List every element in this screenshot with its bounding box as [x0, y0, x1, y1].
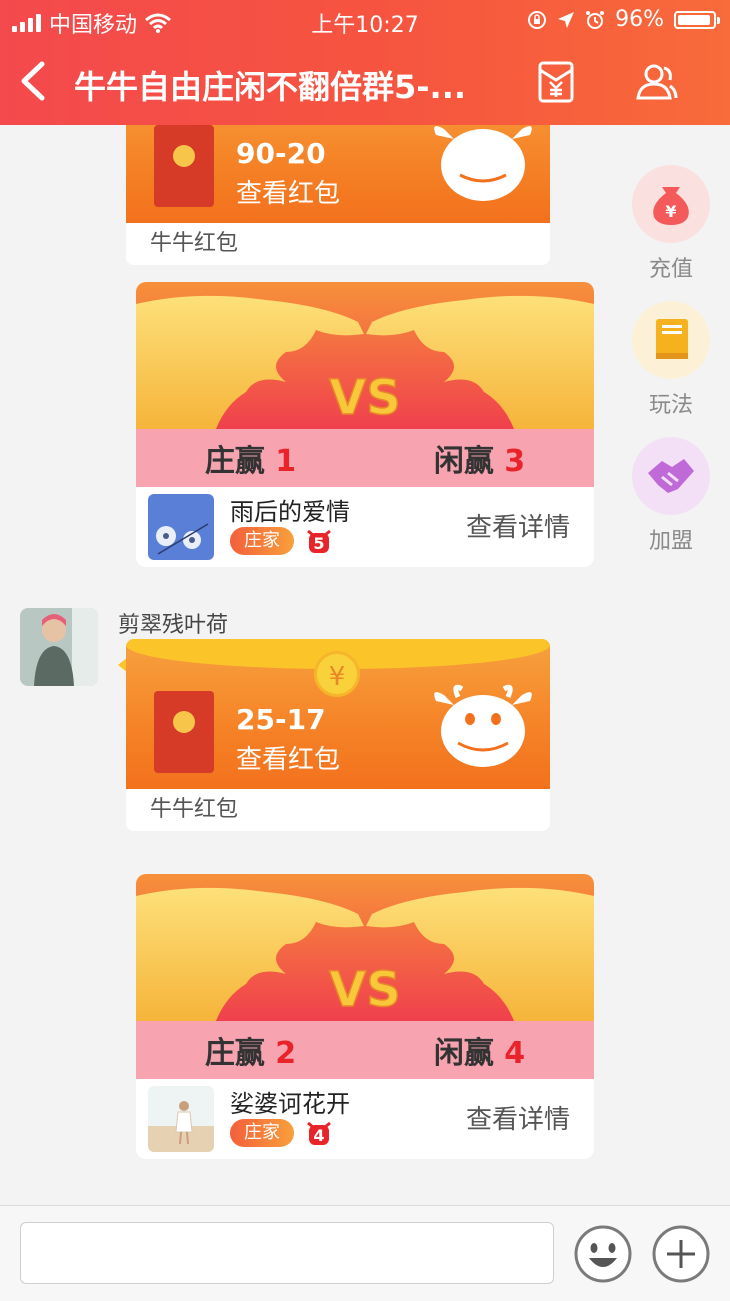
- vs-text: VS: [329, 370, 401, 426]
- player-score: 闲赢 3: [433, 444, 526, 479]
- input-bar: [0, 1205, 730, 1301]
- vs-banner: VS: [136, 282, 594, 429]
- vs-info-row: 雨后的爱情 庄家 5 查看详情: [136, 487, 594, 567]
- red-packet-message[interactable]: ¥ 25-17 查看红包 牛牛红包: [126, 639, 550, 831]
- red-packet-amount: 90-20: [236, 137, 326, 170]
- view-details-link[interactable]: 查看详情: [466, 1099, 570, 1136]
- group-members-icon[interactable]: [634, 60, 678, 104]
- message-input[interactable]: [20, 1222, 554, 1284]
- recharge-label: 充值: [648, 257, 693, 282]
- red-packet-footer: 牛牛红包: [150, 797, 239, 822]
- user-avatar[interactable]: [148, 1086, 214, 1152]
- money-bag-yen-icon: ¥: [632, 165, 710, 243]
- top-header: 中国移动 上午10:27 96% 牛牛自由庄闲不翻倍群5-...: [0, 0, 730, 125]
- envelope-icon: [154, 691, 214, 773]
- cow-points: 4: [313, 1126, 324, 1145]
- vs-banner: VS: [136, 874, 594, 1021]
- chat-area[interactable]: 90-20 查看红包 牛牛红包 VS 庄赢 1 闲赢 3 雨后的爱情 庄家 5 …: [0, 125, 730, 1205]
- sender-name: 剪翠残叶荷: [118, 613, 229, 638]
- vs-text: VS: [329, 962, 401, 1018]
- cow-face-icon: [434, 684, 532, 767]
- orientation-lock-icon: [528, 10, 547, 29]
- emoji-smile-icon[interactable]: [573, 1224, 633, 1284]
- envelope-icon: [154, 125, 214, 207]
- join-label: 加盟: [648, 529, 693, 554]
- cow-points: 5: [313, 534, 324, 553]
- vs-info-row: 娑婆诃花开 庄家 4 查看详情: [136, 1079, 594, 1159]
- cow-face-icon: [434, 126, 532, 201]
- user-name: 雨后的爱情: [230, 498, 350, 526]
- view-details-link[interactable]: 查看详情: [466, 507, 570, 544]
- view-red-packet-label: 查看红包: [236, 745, 341, 775]
- nav-bar: 牛牛自由庄闲不翻倍群5-...: [0, 40, 730, 125]
- sender-avatar[interactable]: [20, 608, 98, 686]
- player-score: 闲赢 4: [433, 1036, 526, 1071]
- join-button[interactable]: 加盟: [632, 437, 710, 555]
- red-packet-message[interactable]: 90-20 查看红包 牛牛红包: [126, 125, 550, 265]
- red-packet-footer: 牛牛红包: [150, 231, 239, 256]
- recharge-button[interactable]: ¥ 充值: [632, 165, 710, 283]
- user-name: 娑婆诃花开: [230, 1090, 350, 1118]
- alarm-icon: [586, 10, 605, 29]
- cow-points-badge-icon: 4: [307, 1121, 331, 1145]
- status-bar: 中国移动 上午10:27 96%: [0, 0, 730, 40]
- view-red-packet-label: 查看红包: [236, 179, 341, 209]
- red-envelope-yen-icon[interactable]: [534, 60, 578, 104]
- score-band: 庄赢 2 闲赢 4: [136, 1021, 594, 1079]
- yen-coin-icon: ¥: [314, 651, 360, 697]
- battery-icon: [674, 10, 720, 29]
- back-chevron-icon[interactable]: [14, 58, 54, 104]
- rules-label: 玩法: [648, 393, 693, 418]
- red-packet-amount: 25-17: [236, 703, 326, 736]
- banker-badge: 庄家: [230, 527, 294, 555]
- bulls-vs-illustration: VS: [136, 282, 594, 429]
- banker-badge: 庄家: [230, 1119, 294, 1147]
- banker-score: 庄赢 2: [204, 1036, 297, 1071]
- book-icon: [632, 301, 710, 379]
- chat-title: 牛牛自由庄闲不翻倍群5-...: [74, 68, 467, 106]
- banker-score: 庄赢 1: [204, 444, 297, 479]
- bulls-vs-illustration: VS: [136, 874, 594, 1021]
- user-avatar[interactable]: [148, 494, 214, 560]
- battery-percent: 96%: [615, 7, 664, 32]
- vs-result-card[interactable]: VS 庄赢 2 闲赢 4 娑婆诃花开 庄家 4 查看详情: [136, 874, 594, 1159]
- vs-result-card[interactable]: VS 庄赢 1 闲赢 3 雨后的爱情 庄家 5 查看详情: [136, 282, 594, 567]
- score-band: 庄赢 1 闲赢 3: [136, 429, 594, 487]
- plus-circle-icon[interactable]: [651, 1224, 711, 1284]
- cow-points-badge-icon: 5: [307, 529, 331, 553]
- svg-text:¥: ¥: [665, 202, 676, 221]
- rules-button[interactable]: 玩法: [632, 301, 710, 419]
- location-arrow-icon: [558, 11, 575, 28]
- handshake-icon: [632, 437, 710, 515]
